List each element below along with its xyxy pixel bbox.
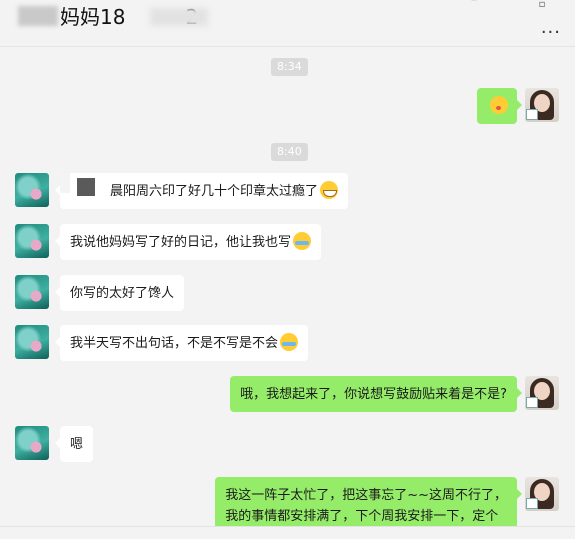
message-received[interactable]: 我半天写不出句话，不是不写是不会 [54,325,309,361]
message-received[interactable]: 嗯 [54,426,94,462]
winking-face-emoji-icon [490,96,508,114]
my-avatar[interactable] [525,477,559,511]
message-text: 我说他妈妈写了好的日记，他让我也写 [70,235,292,250]
message-text: 哦，我想起来了，你说想写鼓励贴来着是不是? [240,387,507,402]
grinning-face-emoji-icon [320,181,339,199]
contact-avatar[interactable] [15,426,49,460]
contact-avatar[interactable] [15,325,49,359]
window-control-icon[interactable]: ▫ [534,0,550,10]
redaction [60,173,70,193]
message-sent[interactable] [477,88,522,124]
phone-mask [150,8,208,26]
message-text: 嗯 [70,437,84,452]
chat-title-text: 妈妈18 [60,5,126,29]
input-area-border[interactable] [0,526,575,539]
my-avatar[interactable] [525,376,559,410]
message-text-line: 我这一阵子太忙了，把这事忘了~~这周不行了， [225,488,507,503]
message-received[interactable]: 我说他妈妈写了好的日记，他让我也写 [54,224,322,260]
chat-header: 妈妈182 ‾ ▫ ··· [0,0,575,47]
message-received[interactable]: 晨阳周六印了好几十个印章太过瘾了 [54,173,349,209]
contact-avatar[interactable] [15,275,49,309]
my-avatar[interactable] [525,88,559,122]
minimize-icon[interactable]: ‾ [466,0,482,10]
tears-of-joy-emoji-icon [293,232,312,250]
contact-avatar[interactable] [15,173,49,207]
timestamp: 8:40 [271,143,308,161]
message-text: 我半天写不出句话，不是不写是不会 [70,336,279,351]
message-text: 你写的太好了馋人 [70,286,175,301]
message-text-line: 我的事情都安排满了，下个周我安排一下，定个 [225,509,499,524]
message-sent[interactable]: 我这一阵子太忙了，把这事忘了~~这周不行了， 我的事情都安排满了，下个周我安排一… [215,477,522,526]
contact-avatar[interactable] [15,224,49,258]
redaction [77,178,95,196]
timestamp: 8:34 [271,58,308,76]
message-received[interactable]: 你写的太好了馋人 [54,275,185,311]
avatar-house [526,109,538,120]
avatar-house [526,397,538,408]
blurred-name [18,6,58,26]
message-text: 晨阳周六印了好几十个印章太过瘾了 [110,184,319,199]
message-sent[interactable]: 哦，我想起来了，你说想写鼓励贴来着是不是? [230,376,522,412]
tears-of-joy-emoji-icon [280,333,299,351]
avatar-house [526,498,538,509]
chat-area[interactable]: 妈妈182 ‾ ▫ ··· 8:34 8:40 晨阳周六印了好几十个印章太过瘾了… [0,0,575,526]
more-icon[interactable]: ··· [541,22,561,43]
